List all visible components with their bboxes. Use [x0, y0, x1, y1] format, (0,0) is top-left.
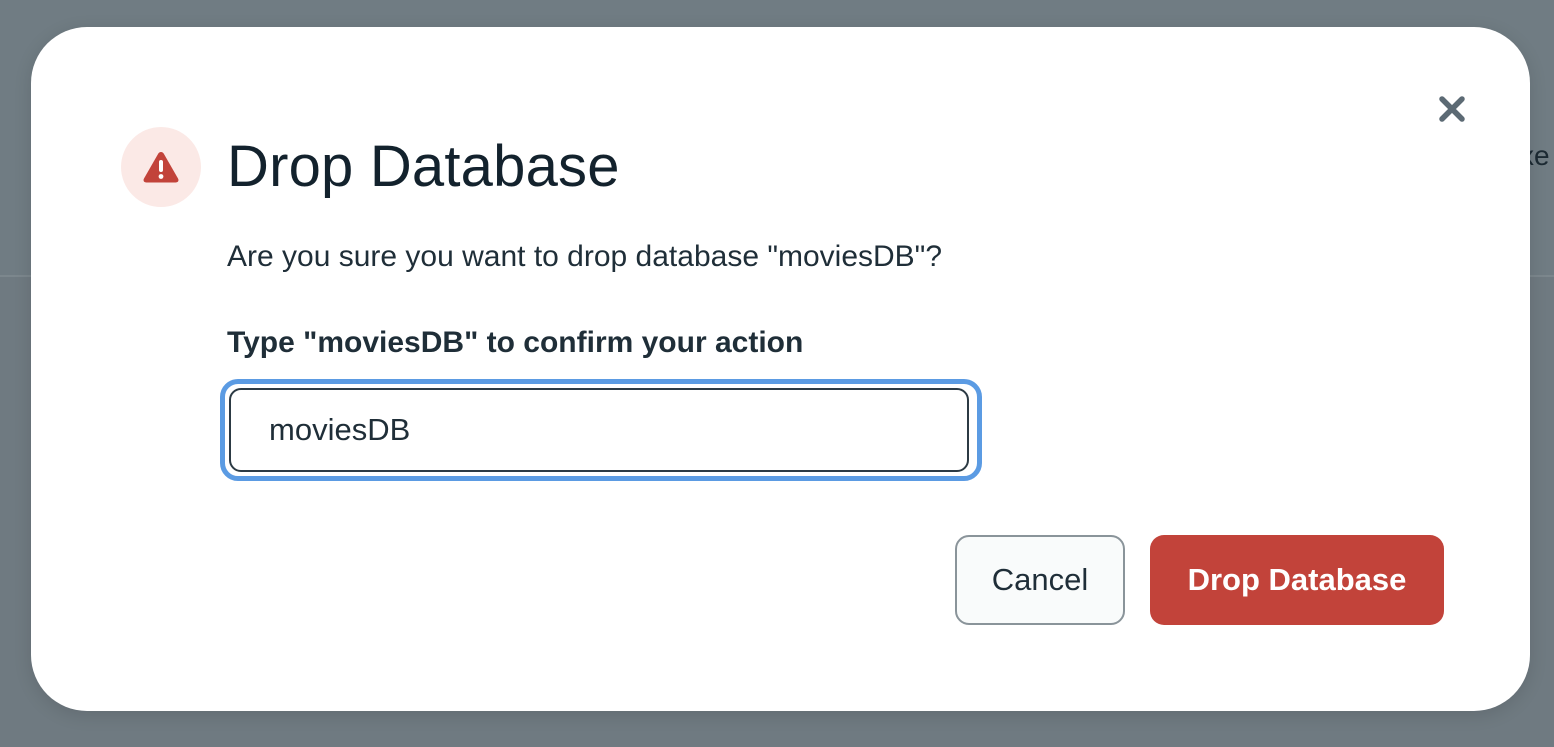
cancel-button[interactable]: Cancel [955, 535, 1125, 625]
warning-badge [121, 127, 201, 207]
confirm-name-input[interactable] [229, 388, 969, 472]
close-button[interactable] [1432, 89, 1472, 129]
dialog-title: Drop Database [227, 134, 620, 199]
drop-database-dialog: Drop Database Are you sure you want to d… [31, 27, 1530, 711]
confirm-input-focus-ring [220, 379, 982, 481]
close-icon [1439, 96, 1465, 122]
dialog-message: Are you sure you want to drop database "… [227, 240, 943, 273]
confirm-label: Type "moviesDB" to confirm your action [227, 326, 804, 359]
drop-database-button[interactable]: Drop Database [1150, 535, 1444, 625]
warning-icon [143, 152, 179, 183]
